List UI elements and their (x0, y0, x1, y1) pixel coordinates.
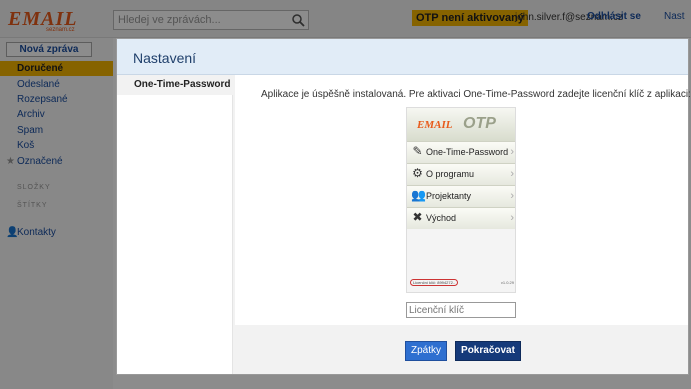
people-icon: 👥 (411, 188, 426, 202)
phone-menu-item: ✎ One-Time-Password › (407, 141, 515, 163)
tab-one-time-password[interactable]: One-Time-Password (117, 75, 235, 95)
phone-menu-item: 👥 Projektanty › (407, 185, 515, 207)
phone-body: Licenční klíč: 8994272.. v1.0.29 (407, 229, 515, 292)
dialog-header: Nastavení (117, 39, 688, 75)
dialog-nav: One-Time-Password (117, 75, 235, 374)
license-key-readout: Licenční klíč: 8994272.. (410, 279, 459, 286)
back-button[interactable]: Zpátky (405, 341, 447, 361)
phone-menu-label: Projektanty (426, 191, 472, 201)
phone-title: OTP (463, 115, 496, 132)
chevron-right-icon: › (510, 212, 514, 224)
gear-icon: ⚙ (412, 166, 423, 180)
phone-menu-label: Východ (426, 213, 457, 223)
otp-app-screenshot: EMAIL OTP ✎ One-Time-Password › ⚙ O prog… (406, 107, 516, 293)
phone-menu-label: O programu (426, 169, 475, 179)
instruction-text: Aplikace je úspěšně instalovaná. Pre akt… (261, 89, 691, 100)
app-version: v1.0.29 (500, 280, 514, 285)
phone-menu-item: ✖ Východ › (407, 207, 515, 229)
chevron-right-icon: › (510, 168, 514, 180)
phone-menu-item: ⚙ O programu › (407, 163, 515, 185)
phone-header: EMAIL OTP (407, 108, 515, 141)
settings-dialog: Nastavení One-Time-Password Aplikace je … (116, 38, 691, 375)
continue-button[interactable]: Pokračovat (455, 341, 521, 361)
phone-logo: EMAIL (417, 119, 453, 131)
phone-menu-label: One-Time-Password (426, 147, 509, 157)
license-key-input[interactable] (406, 302, 516, 318)
chevron-right-icon: › (510, 190, 514, 202)
dialog-content: Aplikace je úspěšně instalovaná. Pre akt… (235, 75, 691, 325)
chevron-right-icon: › (510, 146, 514, 158)
close-icon: ✖ (412, 210, 423, 224)
pencil-icon: ✎ (412, 144, 423, 158)
dialog-title: Nastavení (133, 50, 197, 66)
